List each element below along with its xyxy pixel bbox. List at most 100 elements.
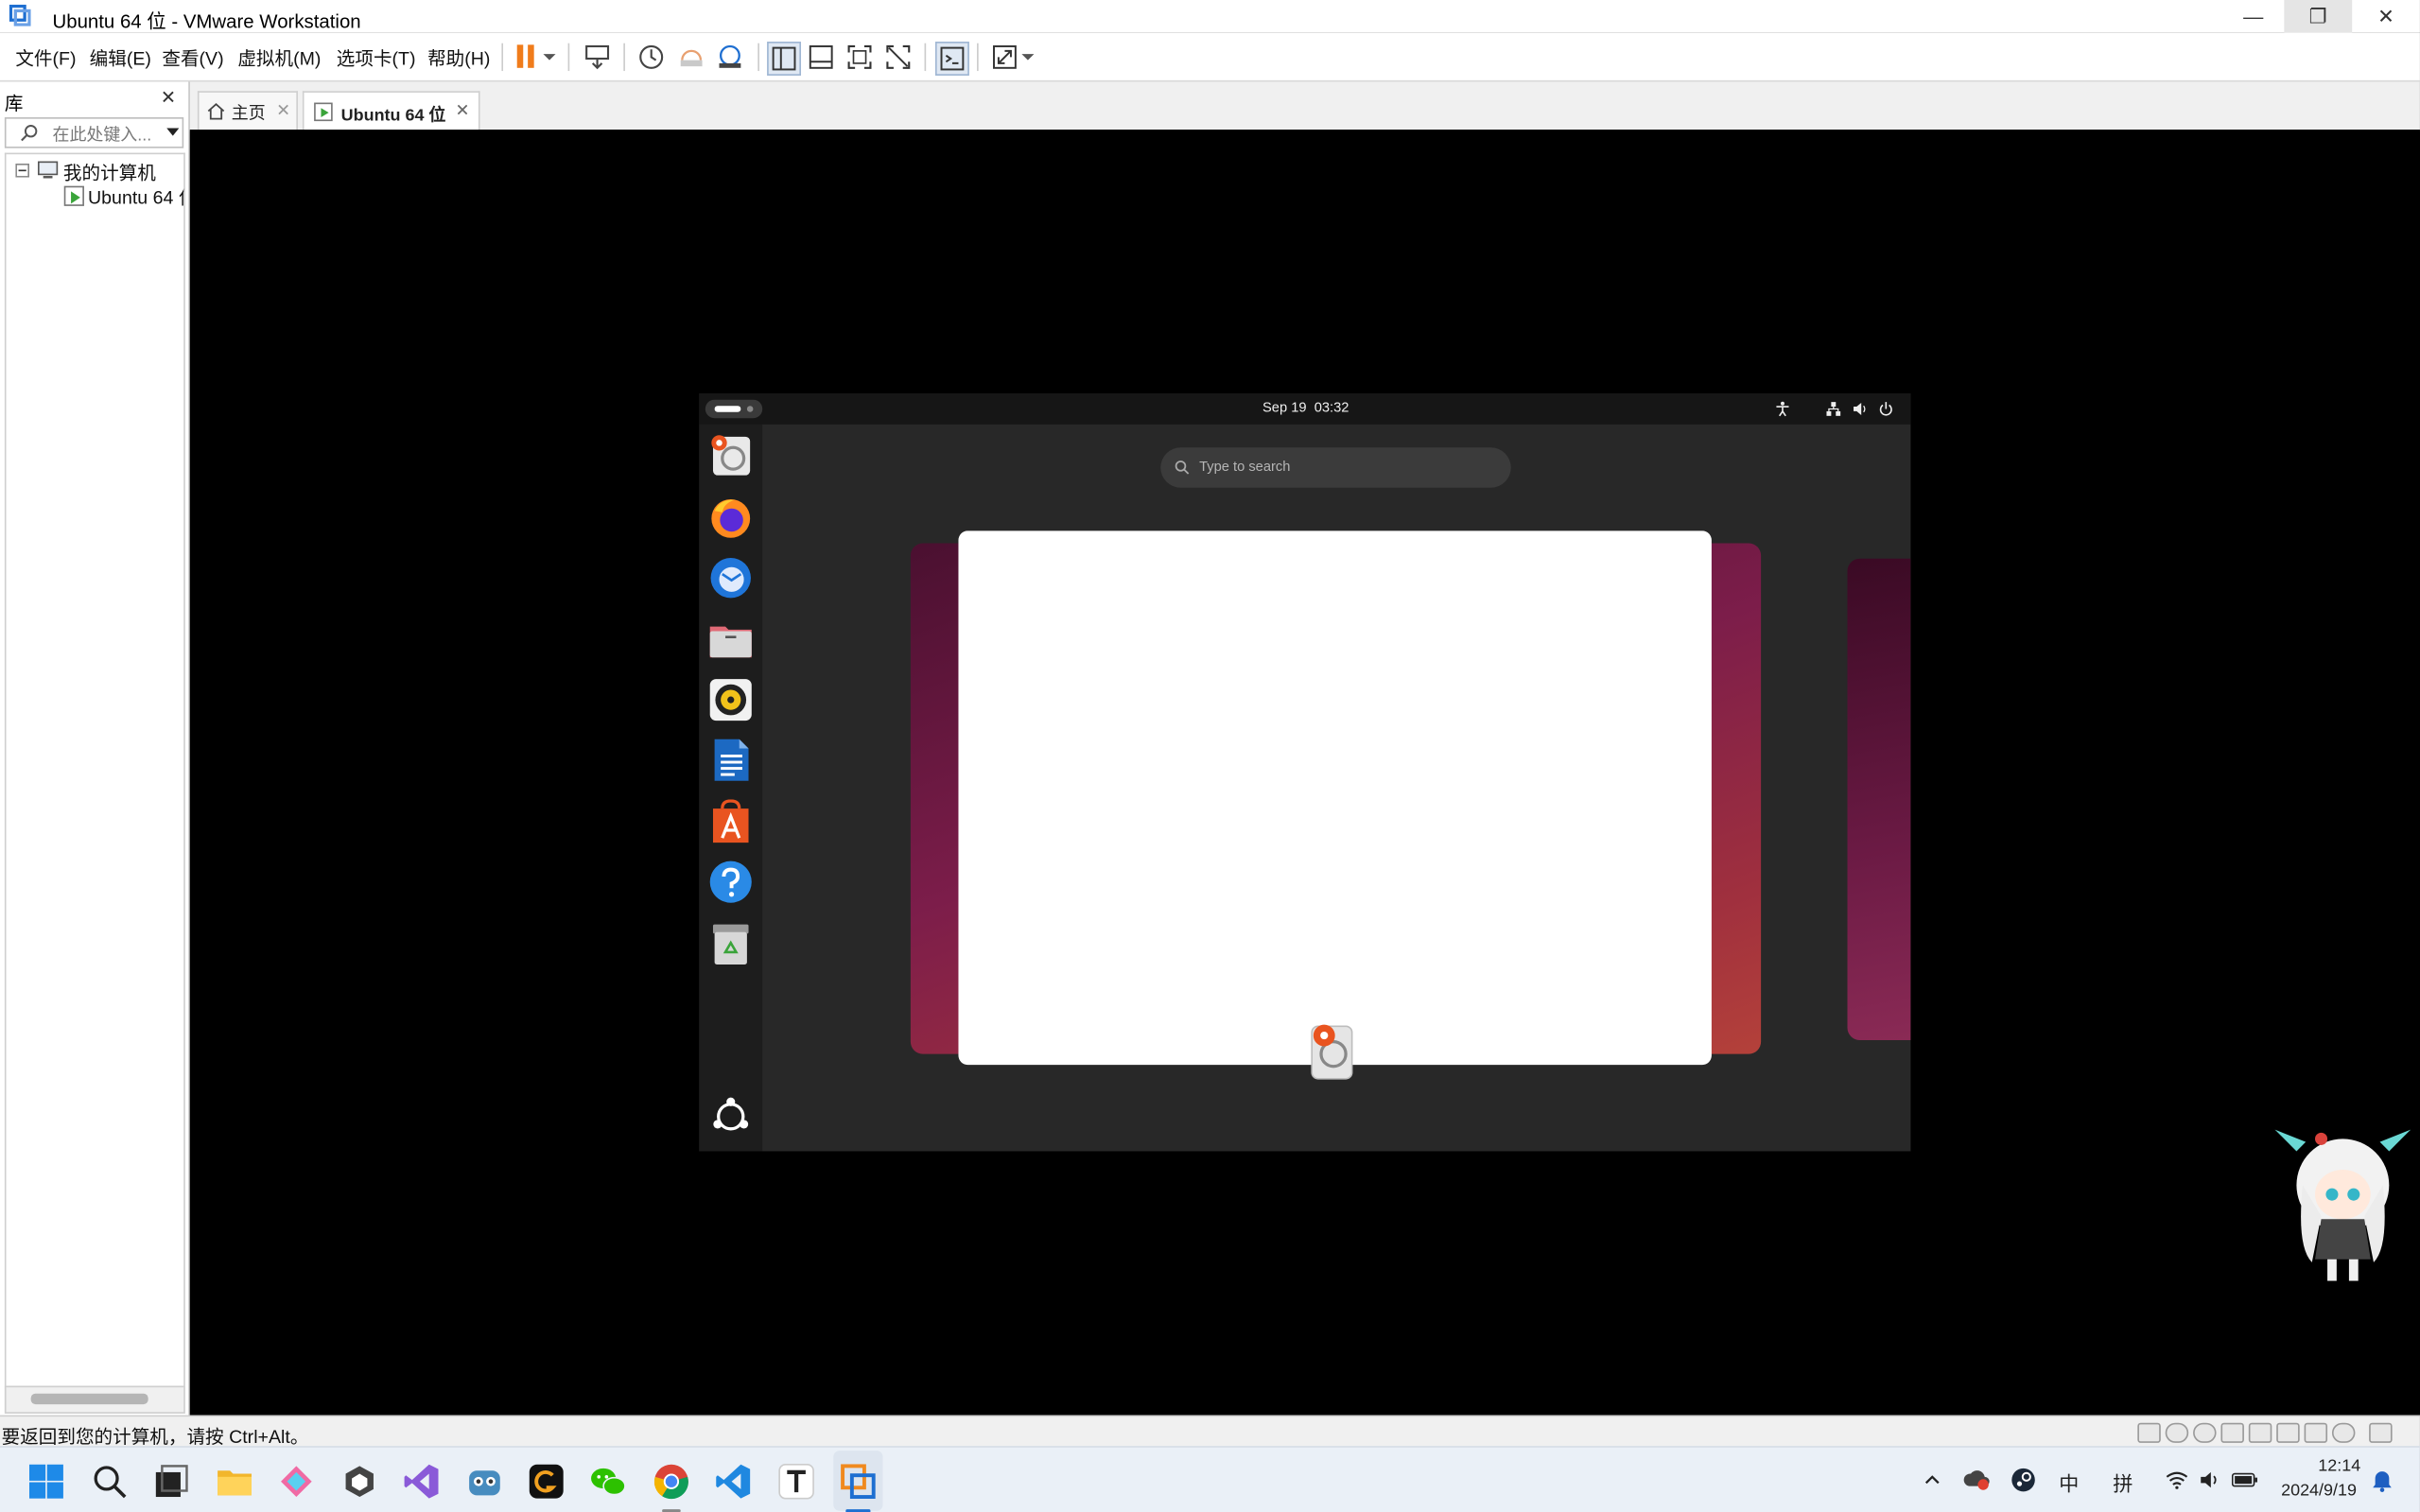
menu-view[interactable]: 查看(V)	[162, 44, 223, 71]
restore-button[interactable]: ❐	[2284, 0, 2353, 33]
wechat-icon[interactable]	[589, 1463, 626, 1500]
library-search-input[interactable]: 在此处键入...	[4, 117, 184, 148]
thunderbird-icon[interactable]	[708, 556, 753, 600]
notification-icon[interactable]	[2372, 1469, 2392, 1492]
usb-icon[interactable]	[2331, 1422, 2356, 1443]
show-apps-icon[interactable]	[708, 1094, 753, 1138]
pause-icon[interactable]	[513, 42, 544, 73]
taskbar-time[interactable]: 12:14	[2318, 1457, 2360, 1476]
send-keys-icon[interactable]	[582, 42, 613, 73]
scrollbar-thumb[interactable]	[30, 1393, 148, 1405]
fullscreen-icon[interactable]	[844, 42, 876, 73]
window-preview[interactable]	[958, 530, 1712, 1066]
toolbar-separator	[757, 43, 759, 72]
steam-icon[interactable]	[2011, 1468, 2035, 1492]
installer-icon	[1311, 1024, 1353, 1080]
hard-disk-icon[interactable]	[2137, 1422, 2161, 1443]
start-icon[interactable]	[27, 1463, 64, 1500]
taskbar-date[interactable]: 2024/9/19	[2281, 1482, 2357, 1501]
menu-file[interactable]: 文件(F)	[15, 44, 76, 71]
vscode-icon[interactable]	[715, 1463, 752, 1500]
menu-help[interactable]: 帮助(H)	[427, 44, 490, 71]
search-icon[interactable]	[91, 1463, 128, 1500]
rhythmbox-icon[interactable]	[708, 677, 753, 721]
close-button[interactable]: ✕	[2352, 0, 2420, 32]
network-icon[interactable]	[1826, 401, 1841, 416]
minimize-button[interactable]: —	[2220, 0, 2288, 32]
godot-icon[interactable]	[466, 1463, 503, 1500]
chevron-down-icon[interactable]	[165, 127, 181, 139]
ime-chinese[interactable]: 中	[2059, 1468, 2079, 1497]
computer-icon	[37, 161, 59, 179]
next-workspace-thumbnail[interactable]	[1847, 558, 1911, 1040]
library-search-placeholder: 在此处键入...	[52, 126, 152, 146]
files-icon[interactable]	[708, 617, 753, 662]
menu-vm[interactable]: 虚拟机(M)	[237, 44, 321, 71]
revert-snapshot-icon[interactable]	[676, 42, 707, 73]
sound-card-icon[interactable]	[2304, 1422, 2328, 1443]
snapshot-manager-icon[interactable]	[715, 42, 746, 73]
tab-home-close[interactable]: ✕	[276, 100, 290, 121]
chevron-up-icon[interactable]	[1923, 1470, 1941, 1489]
task-view-icon[interactable]	[153, 1463, 190, 1500]
unity-icon[interactable]	[341, 1463, 378, 1500]
collapse-icon[interactable]	[15, 163, 30, 178]
chrome-icon[interactable]	[653, 1463, 689, 1500]
activities-button[interactable]	[705, 399, 763, 419]
explorer-icon[interactable]	[216, 1463, 252, 1500]
battery-icon[interactable]	[2231, 1470, 2258, 1489]
floppy-icon[interactable]	[2220, 1422, 2244, 1443]
ubuntu-search-input[interactable]: Type to search	[1160, 447, 1511, 488]
typora-icon[interactable]	[778, 1463, 815, 1500]
library-tree: 我的计算机 Ubuntu 64 位	[4, 152, 185, 1389]
tab-ubuntu-label: Ubuntu 64 位	[340, 106, 446, 126]
tab-bar: 主页 ✕ Ubuntu 64 位 ✕	[189, 81, 2420, 131]
help-icon[interactable]	[708, 860, 753, 904]
library-scrollbar[interactable]	[4, 1385, 185, 1414]
console-view-icon[interactable]	[934, 42, 969, 76]
stretch-guest-icon[interactable]	[989, 42, 1020, 73]
installer-icon[interactable]	[708, 434, 753, 478]
unity-mode-icon[interactable]	[883, 42, 914, 73]
writer-icon[interactable]	[708, 738, 753, 782]
tab-home-label: 主页	[231, 104, 266, 124]
power-icon[interactable]	[1878, 401, 1893, 416]
chevron-down-icon[interactable]	[1018, 42, 1037, 73]
window-title: Ubuntu 64 位 - VMware Workstation	[52, 10, 361, 33]
trash-icon[interactable]	[708, 921, 753, 965]
chevron-down-icon[interactable]	[540, 42, 559, 73]
ubuntu-screen[interactable]: Sep 19 03:32 Type to search	[699, 393, 1911, 1152]
vm-running-icon	[63, 185, 84, 206]
visual-studio-icon[interactable]	[403, 1463, 440, 1500]
tree-item-ubuntu[interactable]: Ubuntu 64 位	[88, 183, 183, 208]
library-close-button[interactable]: ✕	[161, 86, 176, 108]
cd-dvd-icon[interactable]	[2165, 1422, 2189, 1443]
snapshot-icon[interactable]	[635, 42, 667, 73]
tab-ubuntu[interactable]: Ubuntu 64 位 ✕	[302, 91, 480, 131]
network-adapter-icon[interactable]	[2248, 1422, 2272, 1443]
toolbar-separator	[623, 43, 625, 72]
printer-icon[interactable]	[2276, 1422, 2300, 1443]
app-g-icon[interactable]	[528, 1463, 565, 1500]
app-icon[interactable]	[278, 1463, 315, 1500]
cd-dvd-icon[interactable]	[2193, 1422, 2217, 1443]
accessibility-icon[interactable]	[1775, 401, 1790, 417]
library-view-icon[interactable]	[767, 42, 802, 76]
app-center-icon[interactable]	[708, 799, 753, 843]
menu-tabs[interactable]: 选项卡(T)	[337, 44, 416, 71]
firefox-icon[interactable]	[708, 495, 753, 540]
cloud-sync-icon[interactable]	[1963, 1468, 1991, 1492]
tab-home[interactable]: 主页 ✕	[197, 91, 298, 130]
vmware-icon[interactable]	[840, 1463, 877, 1500]
thumbnail-view-icon[interactable]	[806, 42, 837, 73]
ubuntu-clock[interactable]: Sep 19 03:32	[1262, 400, 1349, 415]
tab-ubuntu-close[interactable]: ✕	[455, 100, 469, 121]
volume-icon[interactable]	[1852, 401, 1867, 416]
message-log-icon[interactable]	[2369, 1422, 2393, 1443]
windows-taskbar: 中 拼 12:14 2024/9/19	[0, 1446, 2420, 1512]
wifi-icon[interactable]	[2166, 1470, 2188, 1489]
menu-edit[interactable]: 编辑(E)	[90, 44, 151, 71]
volume-icon[interactable]	[2200, 1470, 2220, 1489]
ime-pinyin[interactable]: 拼	[2113, 1468, 2133, 1497]
tree-item-my-computer[interactable]: 我的计算机	[63, 159, 156, 185]
